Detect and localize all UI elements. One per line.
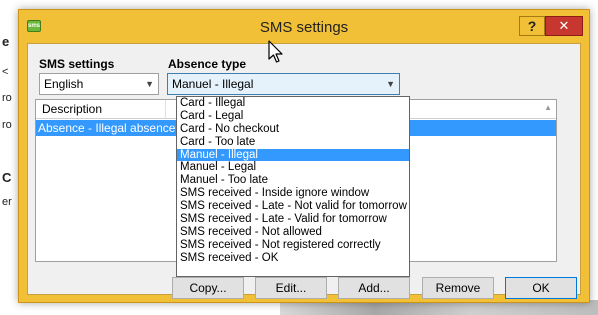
dropdown-option-selected[interactable]: Manuel - Illegal — [177, 148, 409, 162]
absence-type-dropdown-list[interactable]: Card - Illegal Card - Legal Card - No ch… — [176, 96, 410, 277]
absence-type-select-value: Manuel - Illegal — [172, 77, 254, 91]
background-link: er — [2, 196, 12, 208]
edit-button[interactable]: Edit... — [255, 277, 327, 299]
sms-settings-dialog: sms SMS settings ? ✕ SMS settings Englis… — [18, 9, 590, 303]
ok-button[interactable]: OK — [505, 277, 577, 299]
background-text: C — [2, 170, 12, 185]
dropdown-option[interactable]: SMS received - Late - Not valid for tomo… — [177, 200, 409, 213]
dialog-client-area: SMS settings English ▼ Absence type Manu… — [27, 43, 581, 299]
background-link: ro — [2, 119, 12, 131]
dropdown-option[interactable]: Card - Legal — [177, 110, 409, 123]
window-title: SMS settings — [259, 19, 349, 36]
close-button[interactable]: ✕ — [545, 16, 583, 36]
background-text: e — [2, 34, 10, 49]
dropdown-option[interactable]: Card - Too late — [177, 136, 409, 149]
mouse-pointer-icon — [268, 40, 283, 63]
chevron-down-icon: ▼ — [386, 79, 395, 89]
sort-ascending-icon: ▲ — [544, 103, 552, 112]
chevron-down-icon: ▼ — [145, 79, 154, 89]
dropdown-option[interactable]: SMS received - OK — [177, 252, 409, 265]
background-link: < — [2, 66, 9, 78]
dropdown-option[interactable]: Card - Illegal — [177, 97, 409, 110]
language-select[interactable]: English ▼ — [39, 73, 159, 95]
dropdown-option[interactable]: Card - No checkout — [177, 123, 409, 136]
column-header-description[interactable]: Description — [36, 100, 166, 118]
background-link: ro — [2, 92, 12, 104]
title-bar[interactable]: sms SMS settings ? ✕ — [19, 10, 589, 43]
dropdown-option[interactable]: SMS received - Inside ignore window — [177, 187, 409, 200]
help-button[interactable]: ? — [519, 16, 545, 36]
language-select-value: English — [44, 77, 84, 91]
background-app: e < ro ro C er — [0, 0, 20, 315]
dropdown-option[interactable]: Manuel - Too late — [177, 174, 409, 187]
absence-type-label: Absence type — [168, 57, 247, 71]
absence-type-select[interactable]: Manuel - Illegal ▼ — [167, 73, 400, 95]
dropdown-option[interactable]: SMS received - Not allowed — [177, 226, 409, 239]
remove-button[interactable]: Remove — [422, 277, 494, 299]
dropdown-option[interactable]: Manuel - Legal — [177, 161, 409, 174]
sms-settings-label: SMS settings — [39, 57, 115, 71]
dropdown-option[interactable]: SMS received - Late - Valid for tomorrow — [177, 213, 409, 226]
copy-button[interactable]: Copy... — [172, 277, 244, 299]
dropdown-option[interactable]: SMS received - Not registered correctly — [177, 239, 409, 252]
add-button[interactable]: Add... — [338, 277, 410, 299]
